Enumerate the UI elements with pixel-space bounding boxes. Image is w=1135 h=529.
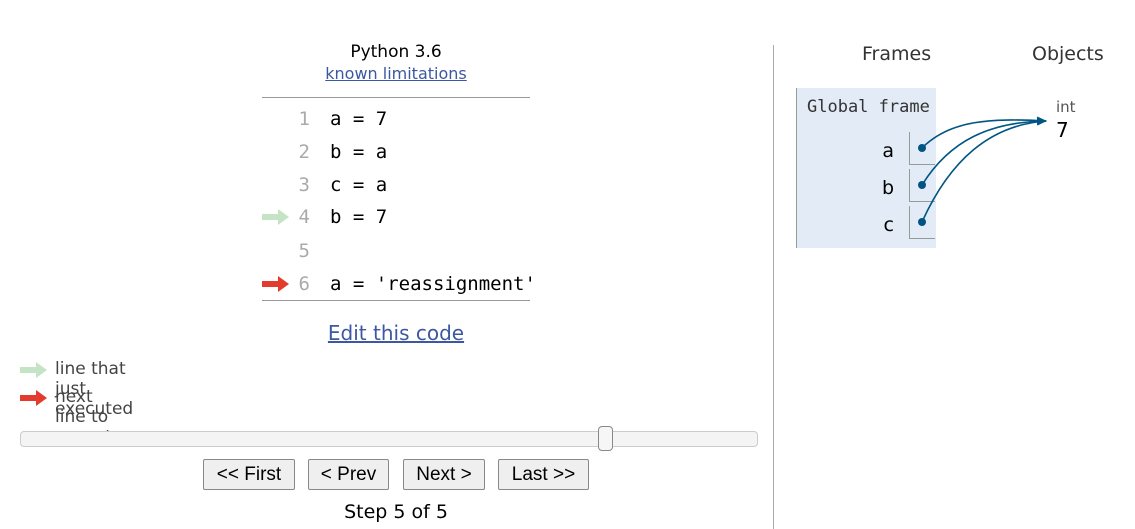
pointer-b [921, 117, 1047, 186]
pointer-dot [918, 144, 926, 152]
pointer-dot [918, 181, 926, 189]
pointer-arrows [918, 116, 1047, 226]
pointer-dot [918, 218, 926, 226]
pointer-c [921, 117, 1047, 223]
